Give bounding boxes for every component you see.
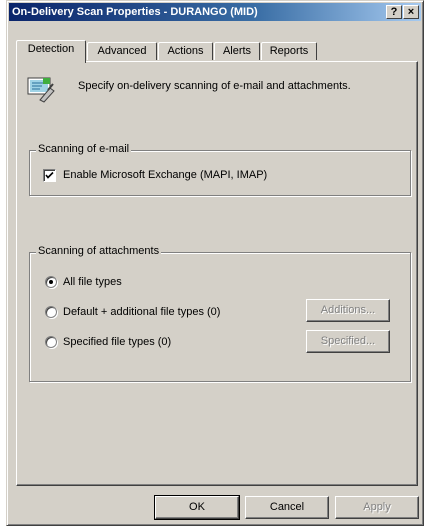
tab-detection[interactable]: Detection xyxy=(16,40,86,63)
close-button[interactable]: × xyxy=(403,5,419,19)
tab-panel-detection xyxy=(16,61,418,486)
apply-button[interactable]: Apply xyxy=(335,496,419,519)
ok-button[interactable]: OK xyxy=(154,495,240,520)
tab-label: Alerts xyxy=(222,45,252,57)
tab-label: Advanced xyxy=(97,45,147,57)
tab-label: Actions xyxy=(167,45,204,57)
title-bar[interactable]: On-Delivery Scan Properties - DURANGO (M… xyxy=(9,3,421,21)
help-button[interactable]: ? xyxy=(386,5,402,19)
tab-advanced[interactable]: Advanced xyxy=(87,42,157,60)
tab-actions[interactable]: Actions xyxy=(158,42,213,60)
tab-label: Reports xyxy=(269,45,309,57)
tab-alerts[interactable]: Alerts xyxy=(214,42,260,60)
tab-reports[interactable]: Reports xyxy=(261,42,317,60)
window-title: On-Delivery Scan Properties - DURANGO (M… xyxy=(12,6,258,18)
cancel-button[interactable]: Cancel xyxy=(245,496,329,519)
tab-label: Detection xyxy=(27,43,75,55)
